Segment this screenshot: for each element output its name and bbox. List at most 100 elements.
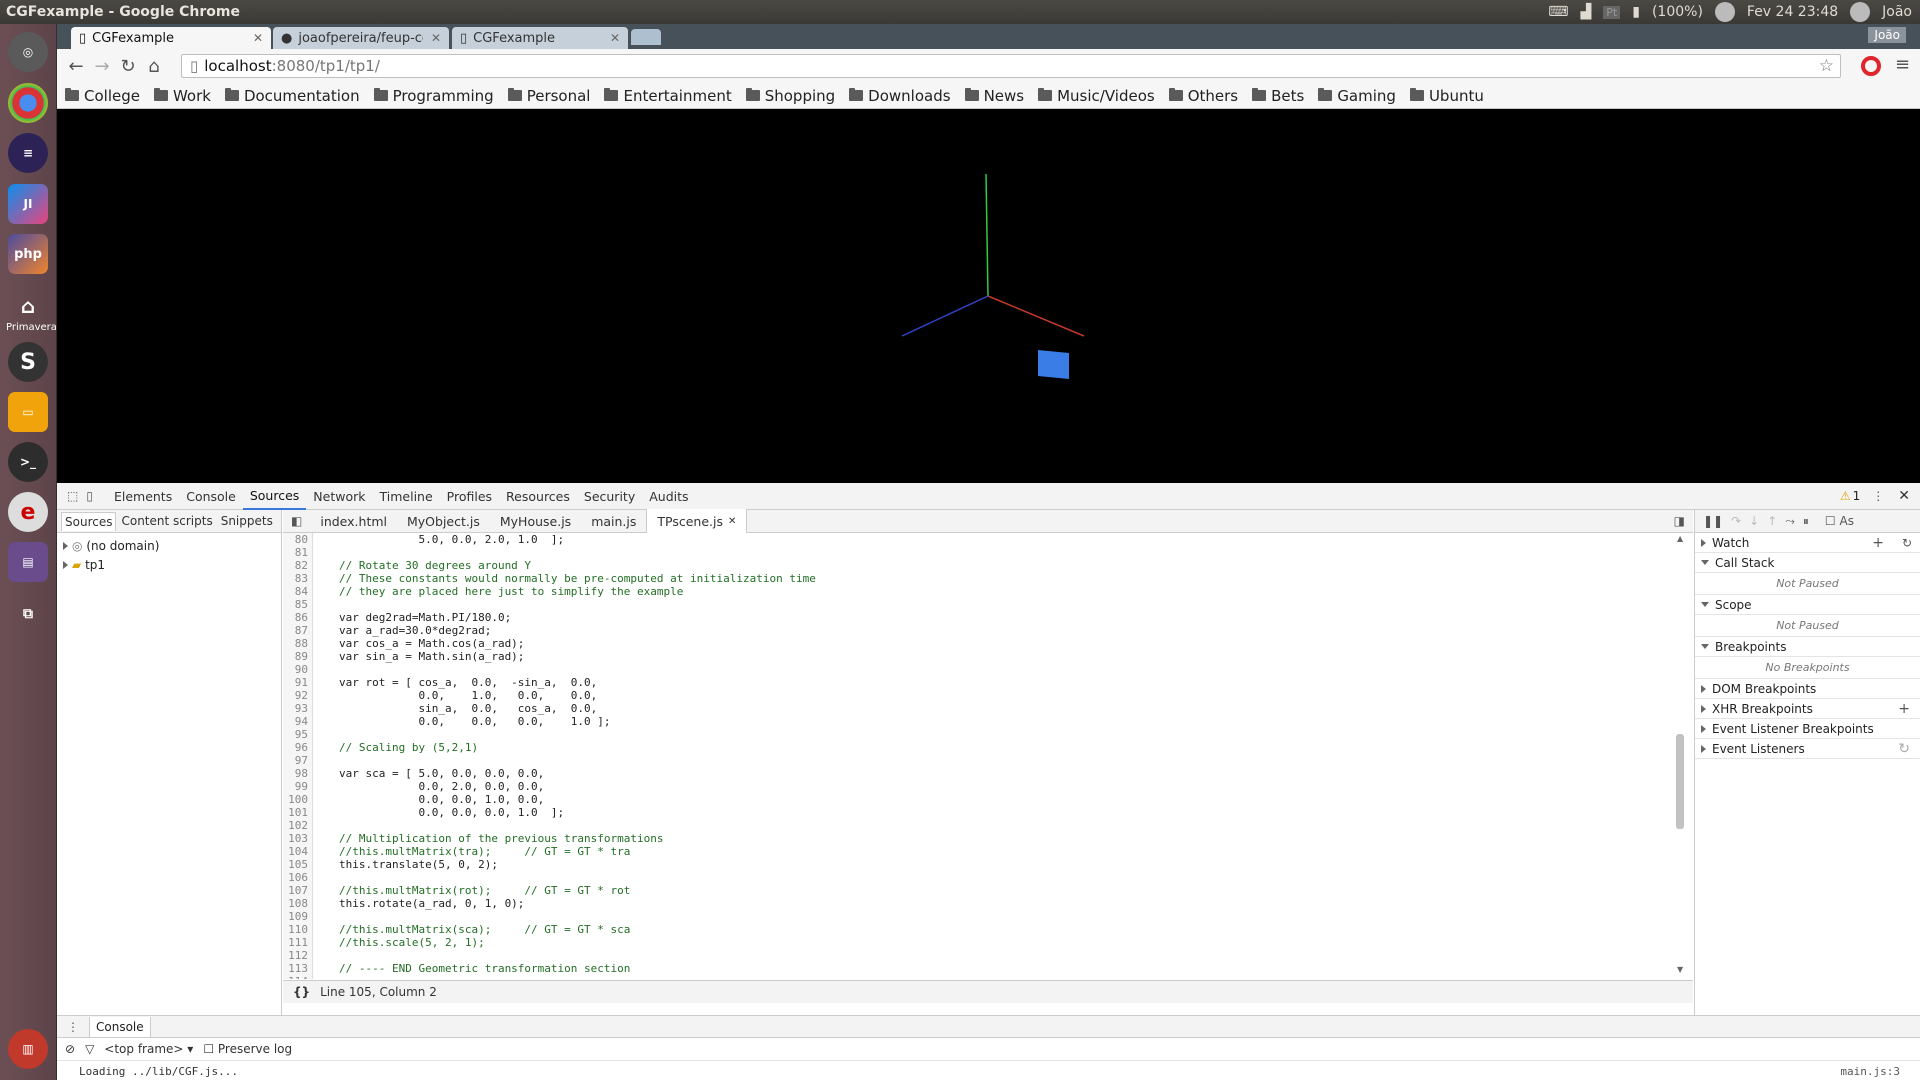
bookmark-entertainment[interactable]: Entertainment: [604, 87, 732, 105]
code-line[interactable]: 95: [283, 728, 1693, 741]
code-line[interactable]: 113 // ---- END Geometric transformation …: [283, 962, 1693, 975]
expand-triangle-icon[interactable]: [1701, 704, 1706, 713]
bookmark-bets[interactable]: Bets: [1252, 87, 1304, 105]
code-line[interactable]: 111 //this.scale(5, 2, 1);: [283, 936, 1693, 949]
step-over-icon[interactable]: ↷: [1731, 514, 1741, 528]
expand-triangle-icon[interactable]: [63, 542, 68, 550]
expand-triangle-icon[interactable]: [1701, 538, 1706, 547]
code-line[interactable]: 102: [283, 819, 1693, 832]
nav-tab-content-scripts[interactable]: Content scripts: [118, 512, 215, 530]
code-line[interactable]: 92 0.0, 1.0, 0.0, 0.0,: [283, 689, 1693, 702]
line-number[interactable]: 90: [283, 663, 313, 676]
code-line[interactable]: 83 // These constants would normally be p…: [283, 572, 1693, 585]
close-devtools-icon[interactable]: ✕: [1898, 488, 1910, 504]
bookmark-work[interactable]: Work: [153, 87, 211, 105]
close-file-icon[interactable]: ✕: [728, 516, 736, 527]
user-name[interactable]: João: [1882, 4, 1912, 20]
file-tab-index-html[interactable]: index.html: [310, 510, 397, 533]
add-watch-icon[interactable]: +: [1872, 535, 1884, 551]
expand-triangle-icon[interactable]: [1701, 684, 1706, 693]
bookmark-downloads[interactable]: Downloads: [849, 87, 951, 105]
step-into-icon[interactable]: ↓: [1749, 514, 1759, 528]
bookmark-news[interactable]: News: [964, 87, 1024, 105]
tree-item-tp1[interactable]: ▰ tp1: [63, 556, 275, 575]
code-line[interactable]: 84 // they are placed here just to simpli…: [283, 585, 1693, 598]
tab-github[interactable]: ● joaofpereira/feup-cg ✕: [273, 27, 449, 49]
line-number[interactable]: 101: [283, 806, 313, 819]
code-line[interactable]: 93 sin_a, 0.0, cos_a, 0.0,: [283, 702, 1693, 715]
file-tab-myobject-js[interactable]: MyObject.js: [397, 510, 490, 533]
code-line[interactable]: 96 // Scaling by (5,2,1): [283, 741, 1693, 754]
terminal-icon[interactable]: >_: [8, 442, 48, 482]
code-line[interactable]: 114: [283, 975, 1693, 979]
user-status-icon[interactable]: [1714, 2, 1735, 22]
bookmark-gaming[interactable]: Gaming: [1318, 87, 1396, 105]
tab-security[interactable]: Security: [577, 483, 642, 510]
code-line[interactable]: 86 var deg2rad=Math.PI/180.0;: [283, 611, 1693, 624]
line-number[interactable]: 113: [283, 962, 313, 975]
pretty-print-icon[interactable]: {}: [283, 985, 320, 999]
line-number[interactable]: 86: [283, 611, 313, 624]
code-line[interactable]: 98 var sca = [ 5.0, 0.0, 0.0, 0.0,: [283, 767, 1693, 780]
nav-tab-sources[interactable]: Sources: [61, 511, 117, 531]
eclipse-icon[interactable]: ≡: [8, 133, 48, 173]
step-out-icon[interactable]: ↑: [1767, 514, 1777, 528]
line-number[interactable]: 80: [283, 533, 313, 546]
refresh-watch-icon[interactable]: ↻: [1902, 536, 1912, 550]
section-event-listeners[interactable]: Event Listeners ↻: [1695, 739, 1920, 759]
line-number[interactable]: 100: [283, 793, 313, 806]
trash-icon[interactable]: ▥: [8, 1029, 48, 1069]
bookmark-others[interactable]: Others: [1168, 87, 1238, 105]
bookmark-personal[interactable]: Personal: [507, 87, 590, 105]
drawer-menu-icon[interactable]: ⋮: [57, 1020, 89, 1034]
user-avatar[interactable]: [1850, 2, 1871, 22]
code-line[interactable]: 91 var rot = [ cos_a, 0.0, -sin_a, 0.0,: [283, 676, 1693, 689]
reload-icon[interactable]: ↻: [115, 53, 141, 79]
line-number[interactable]: 85: [283, 598, 313, 611]
intellij-icon[interactable]: JI: [8, 184, 48, 224]
code-line[interactable]: 112: [283, 949, 1693, 962]
bookmark-college[interactable]: College: [65, 87, 140, 105]
line-number[interactable]: 111: [283, 936, 313, 949]
code-line[interactable]: 106: [283, 871, 1693, 884]
collapse-triangle-icon[interactable]: [1701, 644, 1709, 649]
opera-ext-icon[interactable]: [1861, 56, 1881, 76]
code-line[interactable]: 80 5.0, 0.0, 2.0, 1.0 ];: [283, 533, 1693, 546]
code-line[interactable]: 101 0.0, 0.0, 0.0, 1.0 ];: [283, 806, 1693, 819]
code-line[interactable]: 99 0.0, 2.0, 0.0, 0.0,: [283, 780, 1693, 793]
warning-icon[interactable]: ⚠: [1840, 489, 1851, 503]
expand-triangle-icon[interactable]: [1701, 724, 1706, 733]
line-number[interactable]: 83: [283, 572, 313, 585]
close-tab-icon[interactable]: ✕: [253, 31, 263, 45]
line-number[interactable]: 110: [283, 923, 313, 936]
expand-triangle-icon[interactable]: [1701, 744, 1706, 753]
section-call-stack[interactable]: Call Stack: [1695, 553, 1920, 573]
line-number[interactable]: 97: [283, 754, 313, 767]
battery-icon[interactable]: ▮: [1632, 4, 1640, 20]
tab-profiles[interactable]: Profiles: [440, 483, 499, 510]
filter-icon[interactable]: ▽: [85, 1042, 94, 1056]
line-number[interactable]: 81: [283, 546, 313, 559]
window-app-icon[interactable]: ▤: [8, 542, 48, 582]
line-number[interactable]: 99: [283, 780, 313, 793]
code-line[interactable]: 81: [283, 546, 1693, 559]
inspect-element-icon[interactable]: ⬚: [67, 489, 78, 503]
section-dom-breakpoints[interactable]: DOM Breakpoints: [1695, 679, 1920, 699]
clock[interactable]: Fev 24 23:48: [1747, 4, 1838, 20]
tab-cgfexample-active[interactable]: ▯ CGFexample ✕: [71, 27, 271, 49]
file-tab-tpscene-js[interactable]: TPscene.js ✕: [646, 509, 748, 533]
home-icon[interactable]: ⌂: [141, 53, 167, 79]
section-event-listener-breakpoints[interactable]: Event Listener Breakpoints: [1695, 719, 1920, 739]
code-line[interactable]: 82 // Rotate 30 degrees around Y: [283, 559, 1693, 572]
bookmark-shopping[interactable]: Shopping: [745, 87, 835, 105]
pause-icon[interactable]: ❚❚: [1703, 514, 1723, 528]
tab-audits[interactable]: Audits: [642, 483, 695, 510]
bookmark-programming[interactable]: Programming: [373, 87, 494, 105]
code-line[interactable]: 88 var cos_a = Math.cos(a_rad);: [283, 637, 1693, 650]
line-number[interactable]: 93: [283, 702, 313, 715]
code-line[interactable]: 107 //this.multMatrix(rot); // GT = GT * …: [283, 884, 1693, 897]
line-number[interactable]: 109: [283, 910, 313, 923]
line-number[interactable]: 112: [283, 949, 313, 962]
ubuntu-dash-icon[interactable]: ◎: [8, 32, 48, 72]
line-number[interactable]: 102: [283, 819, 313, 832]
